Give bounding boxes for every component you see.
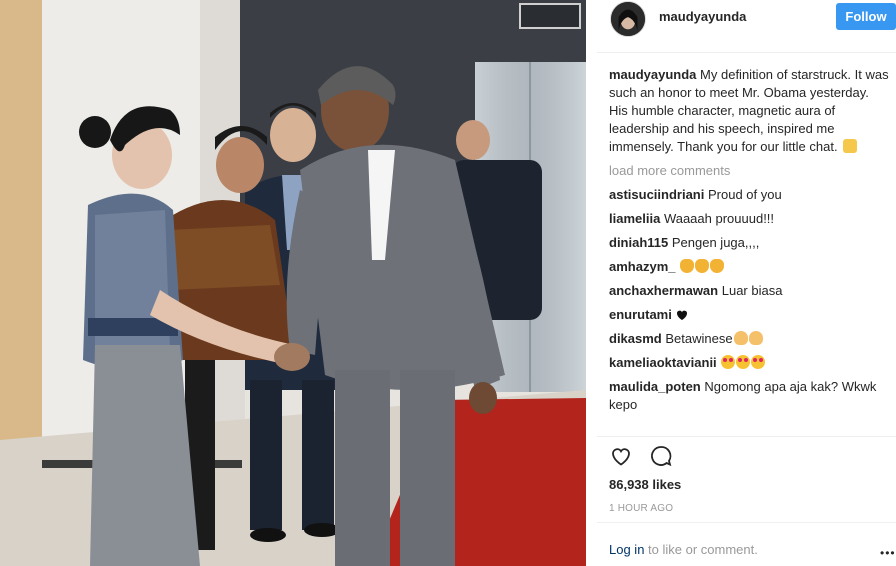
comment-username[interactable]: diniah115 — [609, 235, 668, 250]
comment-text: Proud of you — [708, 187, 782, 202]
header-divider — [597, 52, 896, 53]
post-photo-illustration — [0, 0, 586, 566]
login-prompt: Log in to like or comment. — [609, 542, 758, 557]
comment-bubble-icon[interactable] — [649, 444, 673, 468]
comment-row: anchaxhermawan Luar biasa — [609, 282, 891, 300]
caption-username[interactable]: maudyayunda — [609, 67, 696, 82]
post-side-panel: maudyayunda Follow maudyayunda My defini… — [597, 0, 896, 566]
comment-username[interactable]: dikasmd — [609, 331, 662, 346]
post-caption: maudyayunda My definition of starstruck.… — [609, 66, 891, 156]
follow-button[interactable]: Follow — [836, 3, 896, 30]
comment-text: Waaaah prouuud!!! — [663, 211, 775, 226]
post-photo[interactable] — [0, 0, 586, 566]
comment-row: enurutami — [609, 306, 891, 324]
heart-eyes-emoji-icon — [721, 355, 736, 369]
ok-emoji-icon — [748, 331, 763, 345]
comments-list: maudyayunda My definition of starstruck.… — [609, 66, 891, 420]
clap-emoji-icon — [680, 259, 695, 273]
comment-username[interactable]: liameliia — [609, 211, 660, 226]
comment-text: Pengen juga,,,, — [671, 235, 760, 250]
avatar[interactable] — [610, 1, 646, 37]
comment-row: liameliia Waaaah prouuud!!! — [609, 210, 891, 228]
comment-username[interactable]: enurutami — [609, 307, 672, 322]
comment-row: diniah115 Pengen juga,,,, — [609, 234, 891, 252]
clap-emoji-icon — [710, 259, 725, 273]
avatar-image — [611, 2, 645, 36]
black-heart-emoji-icon — [676, 308, 688, 320]
hands-raised-emoji-icon — [843, 139, 858, 153]
comment-username[interactable]: anchaxhermawan — [609, 283, 718, 298]
header-username[interactable]: maudyayunda — [659, 9, 746, 24]
comment-row: maulida_poten Ngomong apa aja kak? Wkwk … — [609, 378, 891, 414]
footer-divider — [597, 522, 896, 523]
heart-eyes-emoji-icon — [751, 355, 766, 369]
login-suffix: to like or comment. — [648, 542, 758, 557]
heart-eyes-emoji-icon — [736, 355, 751, 369]
more-options-icon[interactable]: ••• — [880, 546, 896, 560]
actions-divider — [597, 436, 896, 437]
login-link[interactable]: Log in — [609, 542, 644, 557]
comment-text: Betawinese — [665, 331, 733, 346]
clap-emoji-icon — [695, 259, 710, 273]
likes-count[interactable]: 86,938 likes — [609, 477, 681, 492]
ok-emoji-icon — [733, 331, 748, 345]
comment-username[interactable]: kameliaoktavianii — [609, 355, 717, 370]
post-actions — [609, 444, 673, 470]
post-header: maudyayunda Follow — [597, 0, 896, 38]
comment-row: kameliaoktavianii — [609, 354, 891, 372]
comment-row: dikasmd Betawinese — [609, 330, 891, 348]
post-timestamp: 1 HOUR AGO — [609, 503, 674, 514]
load-more-comments-link[interactable]: load more comments — [609, 162, 891, 180]
comment-username[interactable]: amhazym_ — [609, 259, 675, 274]
comment-username[interactable]: astisuciindriani — [609, 187, 704, 202]
comment-row: amhazym_ — [609, 258, 891, 276]
comment-username[interactable]: maulida_poten — [609, 379, 701, 394]
comment-row: astisuciindriani Proud of you — [609, 186, 891, 204]
heart-outline-icon[interactable] — [609, 444, 633, 468]
comment-text: Luar biasa — [721, 283, 783, 298]
